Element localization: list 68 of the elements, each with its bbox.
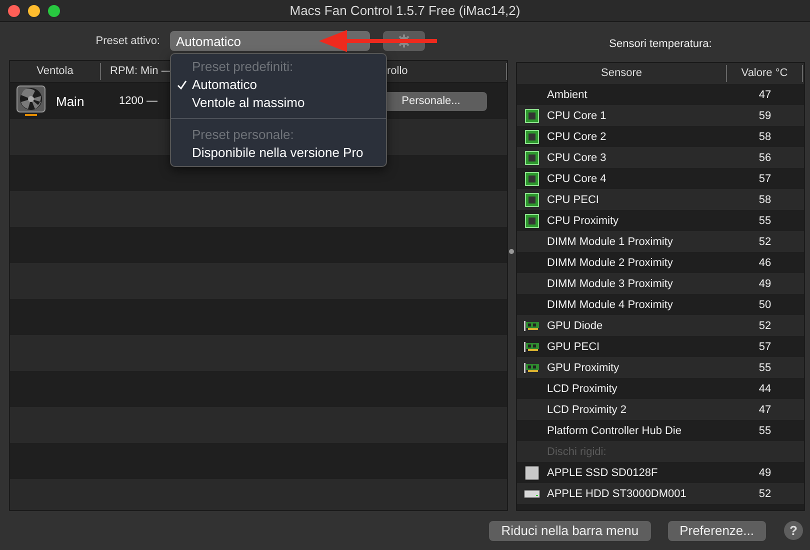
sensor-name: APPLE SSD SD0128F: [547, 466, 659, 478]
sensor-value: 59: [758, 110, 772, 122]
sensor-value: 56: [758, 152, 772, 164]
menu-header: Preset predefiniti:: [191, 58, 294, 76]
sensor-value: 57: [758, 340, 772, 352]
column-header[interactable]: Sensore: [517, 65, 727, 82]
sensor-name: DIMM Module 2 Proximity: [547, 256, 674, 268]
sensor-name: LCD Proximity: [547, 382, 618, 394]
menu-item[interactable]: Disponibile nella versione Pro: [171, 144, 386, 162]
sensor-value: 49: [758, 466, 772, 478]
sensor-value: 47: [758, 88, 772, 100]
sensor-name: CPU Core 1: [547, 110, 608, 122]
sensor-value: 55: [758, 424, 772, 436]
section-title: Sensori temperatura:: [608, 37, 713, 52]
zoom-button[interactable]: [48, 5, 60, 17]
sensor-value: 46: [758, 256, 772, 268]
sensor-name: GPU Diode: [547, 320, 604, 332]
sensor-value: 57: [758, 172, 772, 184]
sensor-value: 55: [758, 362, 772, 374]
sensor-value: 52: [758, 488, 772, 500]
sensor-name: CPU Core 3: [547, 152, 608, 164]
sensor-value: 50: [758, 298, 772, 310]
sensor-name: CPU Core 2: [547, 130, 608, 142]
sensor-value: 58: [758, 130, 772, 142]
sensor-name: Platform Controller Hub Die: [547, 424, 682, 436]
fan-name: Main: [56, 94, 86, 108]
rpm-range: 1200 —: [119, 95, 158, 107]
sensor-name: GPU Proximity: [547, 362, 620, 374]
sensor-value: 47: [758, 404, 772, 416]
menu-header: Preset personale:: [191, 126, 295, 144]
column-header[interactable]: Valore °C: [727, 65, 803, 82]
sensor-name: Ambient: [547, 88, 588, 100]
sensor-name: CPU Proximity: [547, 214, 620, 226]
graphics-card-icon: [524, 320, 540, 332]
window-title: Macs Fan Control 1.5.7 Free (iMac14,2): [290, 3, 520, 18]
gear-icon: [397, 34, 411, 48]
chip-icon: [525, 214, 539, 228]
sensor-name: DIMM Module 1 Proximity: [547, 236, 674, 248]
sensor-name: DIMM Module 4 Proximity: [547, 298, 674, 310]
sensor-value: 58: [758, 194, 772, 206]
help-button[interactable]: ?: [784, 521, 803, 540]
sensor-name: CPU Core 4: [547, 172, 608, 184]
preset-dropdown[interactable]: Automatico: [170, 31, 370, 51]
preset-label: Preset attivo:: [94, 35, 160, 47]
chip-icon: [525, 172, 539, 186]
sensor-name: APPLE HDD ST3000DM001: [547, 488, 688, 500]
footer-button[interactable]: Preferenze...: [668, 520, 766, 540]
graphics-card-icon: [524, 340, 540, 352]
close-button[interactable]: [8, 5, 20, 17]
chip-icon: [525, 150, 539, 164]
chip-icon: [525, 192, 539, 206]
sensor-value: 52: [758, 320, 772, 332]
sensor-name: CPU PECI: [547, 194, 600, 206]
chip-icon: [525, 130, 539, 144]
sensor-name: DIMM Module 3 Proximity: [547, 278, 674, 290]
column-header[interactable]: Ventola: [10, 63, 101, 80]
sensor-value: 55: [758, 214, 772, 226]
sensor-name: GPU PECI: [547, 340, 601, 352]
drive-icon: [525, 466, 539, 480]
sensor-name: LCD Proximity 2: [547, 404, 628, 416]
split-handle[interactable]: [509, 249, 514, 254]
minimize-button[interactable]: [28, 5, 40, 17]
chip-icon: [525, 108, 539, 122]
footer-button[interactable]: Riduci nella barra menu: [489, 520, 651, 540]
sensor-value: 44: [758, 382, 772, 394]
sensor-value: 49: [758, 278, 772, 290]
sensor-value: 52: [758, 236, 772, 248]
graphics-card-icon: [524, 362, 540, 374]
